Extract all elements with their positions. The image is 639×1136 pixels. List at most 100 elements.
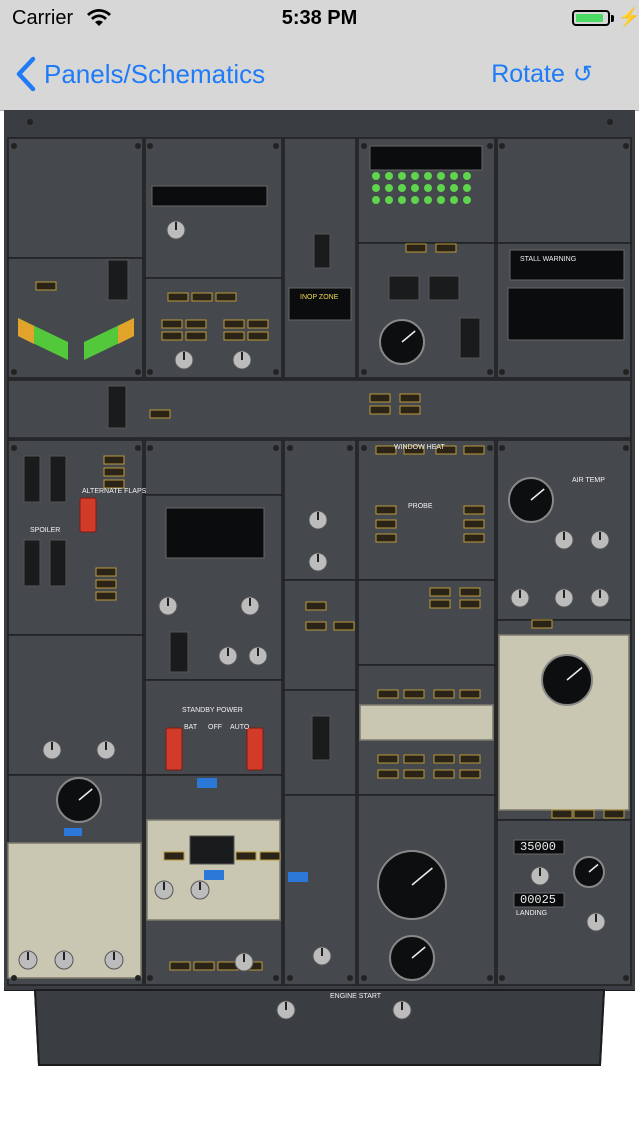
screw — [487, 143, 493, 149]
standby-auto-label: AUTO — [230, 724, 250, 731]
screw — [147, 369, 153, 375]
annunciator-light — [405, 243, 427, 253]
indicator-light — [398, 172, 406, 180]
indicator-light — [372, 184, 380, 192]
screw — [27, 119, 33, 125]
annunciator-light — [103, 479, 125, 489]
annunciator-light — [433, 769, 455, 779]
annunciator-light — [377, 769, 399, 779]
annunciator-light — [305, 601, 327, 611]
spoiler-label: SPOILER — [30, 527, 61, 534]
screw — [135, 975, 141, 981]
screw — [361, 369, 367, 375]
status-bar: Carrier 5:38 PM ⚡ — [0, 0, 639, 38]
screw — [135, 369, 141, 375]
annunciator-light — [573, 809, 595, 819]
rotate-icon: ↺ — [572, 60, 593, 88]
overhead-panel[interactable]: STALL WARNING INOP ZONE ALTERNATE FLAPS … — [4, 110, 635, 1070]
back-button[interactable]: Panels/Schematics — [14, 54, 265, 94]
annunciator-light — [95, 567, 117, 577]
screw — [11, 445, 17, 451]
annunciator-light — [193, 961, 215, 971]
air-temp-label: AIR TEMP — [572, 477, 605, 484]
screw — [273, 143, 279, 149]
annunciator-light — [463, 519, 485, 529]
stall-warning-label: STALL WARNING — [520, 256, 577, 263]
rotate-button-label: Rotate — [491, 59, 565, 88]
annunciator-light — [247, 319, 269, 329]
annunciator-light — [429, 599, 451, 609]
annunciator-light — [603, 809, 625, 819]
indicator-light — [463, 172, 471, 180]
annunciator-light — [369, 393, 391, 403]
annunciator-light — [463, 505, 485, 515]
annunciator-light — [223, 331, 245, 341]
annunciator-light — [215, 292, 237, 302]
screw — [287, 445, 293, 451]
indicator-light — [398, 196, 406, 204]
screw — [623, 143, 629, 149]
annunciator-light — [459, 769, 481, 779]
indicator-light — [450, 196, 458, 204]
annunciator-light — [103, 455, 125, 465]
annunciator-light — [247, 331, 269, 341]
screw — [135, 445, 141, 451]
annunciator-light — [167, 292, 189, 302]
annunciator-light — [163, 851, 185, 861]
annunciator-light — [399, 393, 421, 403]
indicator-light — [437, 196, 445, 204]
charging-bolt-icon: ⚡ — [618, 7, 639, 27]
annunciator-light — [463, 533, 485, 543]
back-button-label: Panels/Schematics — [44, 58, 266, 89]
screw — [499, 975, 505, 981]
annunciator-light — [429, 587, 451, 597]
screw — [135, 143, 141, 149]
annunciator-light — [223, 319, 245, 329]
rotate-button[interactable]: Rotate ↺ — [491, 54, 593, 94]
screw — [361, 143, 367, 149]
indicator-light — [424, 196, 432, 204]
indicator-light — [385, 184, 393, 192]
chevron-left-icon — [16, 56, 36, 92]
annunciator-light — [149, 409, 171, 419]
screw — [499, 445, 505, 451]
screw — [11, 143, 17, 149]
standby-power-label: STANDBY POWER — [182, 707, 243, 714]
annunciator-light — [35, 281, 57, 291]
screw — [487, 975, 493, 981]
annunciator-light — [161, 331, 183, 341]
screw — [347, 445, 353, 451]
indicator-light — [411, 196, 419, 204]
screw — [147, 143, 153, 149]
annunciator-light — [377, 754, 399, 764]
overhead-panel-image — [4, 110, 635, 1066]
annunciator-light — [551, 809, 573, 819]
landing-label: LANDING — [516, 910, 548, 917]
annunciator-light — [403, 754, 425, 764]
screw — [361, 975, 367, 981]
annunciator-light — [459, 599, 481, 609]
screw — [273, 369, 279, 375]
indicator-light — [463, 196, 471, 204]
engine-start-label: ENGINE START — [330, 993, 382, 1000]
annunciator-light — [95, 591, 117, 601]
screw — [487, 445, 493, 451]
annunciator-light — [459, 587, 481, 597]
screw — [273, 445, 279, 451]
alternate-flaps-label: ALTERNATE FLAPS — [82, 488, 147, 495]
clock: 5:38 PM — [281, 7, 358, 29]
annunciator-light — [399, 405, 421, 415]
indicator-light — [372, 196, 380, 204]
annunciator-light — [235, 851, 257, 861]
annunciator-light — [375, 519, 397, 529]
annunciator-light — [433, 689, 455, 699]
indicator-light — [437, 184, 445, 192]
indicator-light — [450, 172, 458, 180]
annunciator-light — [103, 467, 125, 477]
screw — [499, 369, 505, 375]
screw — [623, 975, 629, 981]
annunciator-light — [531, 619, 553, 629]
indicator-light — [424, 184, 432, 192]
battery-tip — [611, 15, 614, 22]
indicator-light — [411, 172, 419, 180]
